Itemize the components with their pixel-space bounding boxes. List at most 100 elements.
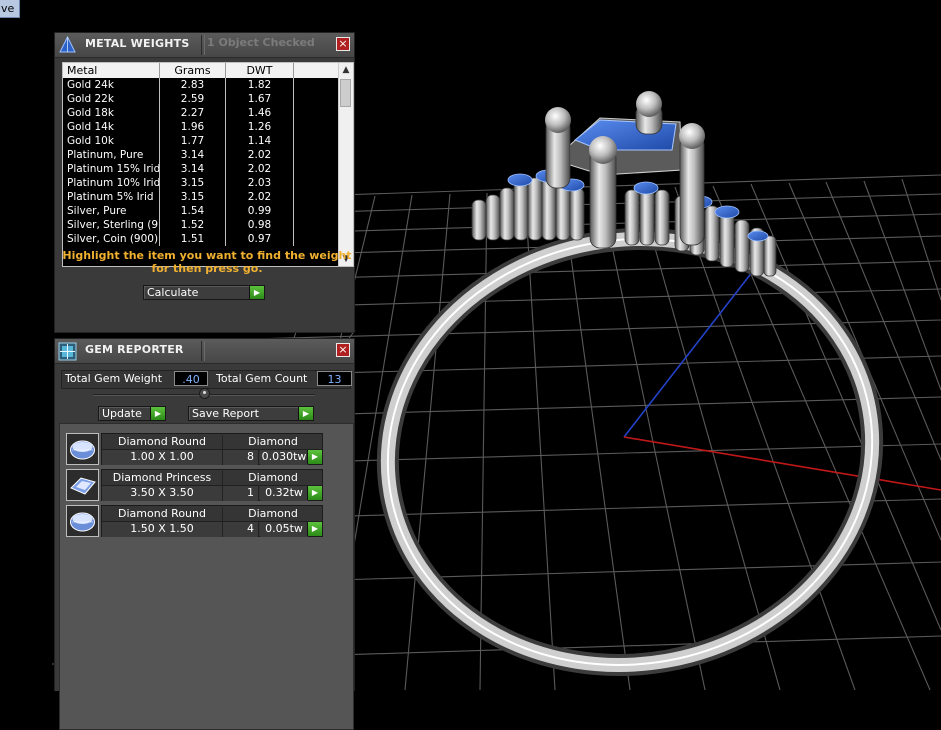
gem-shape: Diamond Princess xyxy=(102,471,223,485)
metal-weights-title: METAL WEIGHTS xyxy=(85,37,190,50)
grams-cell: 3.14 xyxy=(160,162,226,176)
metal-cell: Gold 24k xyxy=(63,78,160,92)
metal-cell: Silver, Pure xyxy=(63,204,160,218)
gem-reporter-panel: GEM REPORTER × Total Gem Weight .40 Tota… xyxy=(54,338,355,730)
table-row[interactable]: Platinum 5% Irid 3.15 2.02 xyxy=(63,190,339,204)
total-gem-count-value: 13 xyxy=(317,371,352,386)
grams-cell: 2.83 xyxy=(160,78,226,92)
go-icon[interactable]: ▶ xyxy=(307,486,322,500)
metal-weights-icon xyxy=(59,36,76,53)
table-row[interactable]: Platinum, Pure 3.14 2.02 xyxy=(63,148,339,162)
dwt-cell: 1.82 xyxy=(226,78,294,92)
gem-shape: Diamond Round xyxy=(102,507,223,521)
metal-cell: Platinum, Pure xyxy=(63,148,160,162)
slider-handle[interactable] xyxy=(199,388,210,399)
gem-reporter-titlebar[interactable]: GEM REPORTER × xyxy=(55,339,354,364)
dwt-cell: 0.99 xyxy=(226,204,294,218)
go-icon[interactable]: ▶ xyxy=(307,522,322,536)
calculate-label: Calculate xyxy=(147,286,199,299)
go-icon[interactable]: ▶ xyxy=(307,450,322,464)
dwt-cell: 2.02 xyxy=(226,148,294,162)
col-metal[interactable]: Metal xyxy=(63,63,160,78)
gem-totals-bar: Total Gem Weight .40 Total Gem Count 13 xyxy=(61,370,352,389)
metal-weights-hint: Highlight the item you want to find the … xyxy=(62,249,352,275)
grams-cell: 3.15 xyxy=(160,176,226,190)
gem-material: Diamond xyxy=(248,435,298,448)
col-empty xyxy=(294,63,339,78)
gem-row[interactable]: Diamond Princess Diamond 3.50 X 3.50 1 0… xyxy=(66,469,323,502)
dwt-cell: 1.26 xyxy=(226,120,294,134)
gem-row[interactable]: Diamond Round Diamond 1.00 X 1.00 8 0.03… xyxy=(66,433,323,466)
calculate-dropdown[interactable]: Calculate ▶ xyxy=(143,285,265,300)
gem-material: Diamond xyxy=(248,507,298,520)
gem-reporter-icon xyxy=(58,342,77,361)
scroll-thumb[interactable] xyxy=(340,79,351,107)
grams-cell: 3.15 xyxy=(160,190,226,204)
save-report-button[interactable]: Save Report ▶ xyxy=(188,406,314,421)
dwt-cell: 1.46 xyxy=(226,106,294,120)
metal-cell: Platinum 15% Irid xyxy=(63,162,160,176)
grams-cell: 1.51 xyxy=(160,232,226,246)
viewport-tab[interactable]: ve xyxy=(0,0,20,18)
table-row[interactable]: Platinum 15% Irid 3.14 2.02 xyxy=(63,162,339,176)
close-icon[interactable]: × xyxy=(336,343,350,357)
gem-weight: 0.05tw xyxy=(260,522,308,537)
grams-cell: 1.54 xyxy=(160,204,226,218)
table-row[interactable]: Gold 18k 2.27 1.46 xyxy=(63,106,339,120)
metal-weights-panel: METAL WEIGHTS 1 Object Checked × Metal G… xyxy=(54,32,355,333)
grams-cell: 2.27 xyxy=(160,106,226,120)
metal-cell: Platinum 5% Irid xyxy=(63,190,160,204)
gem-size: 1.00 X 1.00 xyxy=(102,450,223,465)
gem-weight: 0.32tw xyxy=(260,486,308,501)
scroll-up-icon[interactable]: ▲ xyxy=(339,63,353,77)
gem-count: 1 xyxy=(223,486,259,501)
grams-cell: 2.59 xyxy=(160,92,226,106)
go-icon[interactable]: ▶ xyxy=(249,286,264,299)
save-report-label: Save Report xyxy=(192,407,259,420)
table-row[interactable]: Platinum 10% Irid 3.15 2.03 xyxy=(63,176,339,190)
table-scrollbar[interactable]: ▲ ▼ xyxy=(338,63,353,266)
table-row[interactable]: Gold 24k 2.83 1.82 xyxy=(63,78,339,92)
gem-size: 3.50 X 3.50 xyxy=(102,486,223,501)
table-row[interactable]: Silver, Pure 1.54 0.99 xyxy=(63,204,339,218)
grams-cell: 1.52 xyxy=(160,218,226,232)
total-gem-count-label: Total Gem Count xyxy=(216,372,308,385)
table-row[interactable]: Gold 14k 1.96 1.26 xyxy=(63,120,339,134)
gem-material: Diamond xyxy=(248,471,298,484)
metal-cell: Silver, Coin (900) xyxy=(63,232,160,246)
grams-cell: 1.77 xyxy=(160,134,226,148)
total-gem-weight-value: .40 xyxy=(174,371,208,386)
go-icon[interactable]: ▶ xyxy=(298,407,313,420)
gem-size: 1.50 X 1.50 xyxy=(102,522,223,537)
update-button[interactable]: Update ▶ xyxy=(98,406,166,421)
gem-list: Diamond Round Diamond 1.00 X 1.00 8 0.03… xyxy=(59,423,354,730)
go-icon[interactable]: ▶ xyxy=(150,407,165,420)
gem-reporter-title: GEM REPORTER xyxy=(85,343,184,356)
metal-weights-titlebar[interactable]: METAL WEIGHTS 1 Object Checked × xyxy=(55,33,354,58)
gem-info-grid[interactable]: Diamond Round Diamond 1.50 X 1.50 4 0.05… xyxy=(101,505,323,537)
table-row[interactable]: Silver, Sterling (9... 1.52 0.98 xyxy=(63,218,339,232)
dwt-cell: 1.67 xyxy=(226,92,294,106)
table-row[interactable]: Gold 10k 1.77 1.14 xyxy=(63,134,339,148)
dwt-cell: 0.98 xyxy=(226,218,294,232)
metal-cell: Gold 10k xyxy=(63,134,160,148)
gem-row[interactable]: Diamond Round Diamond 1.50 X 1.50 4 0.05… xyxy=(66,505,323,538)
dwt-cell: 1.14 xyxy=(226,134,294,148)
objects-checked-status: 1 Object Checked xyxy=(207,36,315,49)
gem-info-grid[interactable]: Diamond Princess Diamond 3.50 X 3.50 1 0… xyxy=(101,469,323,501)
metal-cell: Gold 18k xyxy=(63,106,160,120)
gem-info-grid[interactable]: Diamond Round Diamond 1.00 X 1.00 8 0.03… xyxy=(101,433,323,465)
gem-count: 4 xyxy=(223,522,259,537)
gem-shape: Diamond Round xyxy=(102,435,223,449)
round-gem-icon xyxy=(66,433,99,465)
table-row[interactable]: Gold 22k 2.59 1.67 xyxy=(63,92,339,106)
gem-weight: 0.030tw xyxy=(260,450,308,465)
metal-weights-table[interactable]: Metal Grams DWT Gold 24k 2.83 1.82 Gold 22… xyxy=(62,62,354,267)
table-row[interactable]: Silver, Coin (900) 1.51 0.97 xyxy=(63,232,339,246)
col-dwt[interactable]: DWT xyxy=(226,63,294,78)
metal-cell: Gold 14k xyxy=(63,120,160,134)
col-grams[interactable]: Grams xyxy=(160,63,226,78)
grams-cell: 1.96 xyxy=(160,120,226,134)
close-icon[interactable]: × xyxy=(336,37,350,51)
update-label: Update xyxy=(102,407,142,420)
